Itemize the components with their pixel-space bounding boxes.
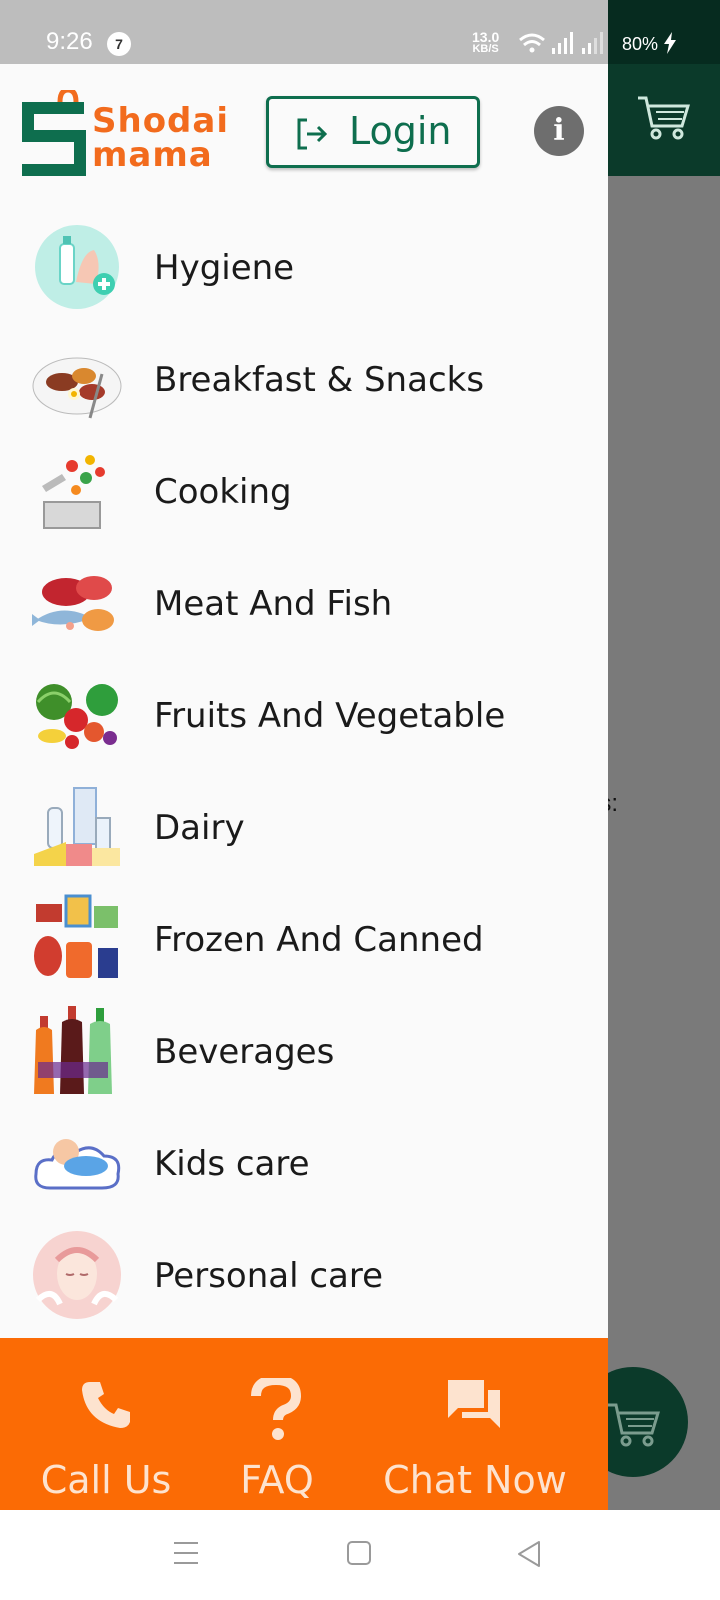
login-label: Login: [349, 109, 452, 153]
cart-fab-icon: [608, 1403, 660, 1447]
category-label: Meat And Fish: [154, 584, 393, 624]
dairy-icon: [32, 782, 122, 872]
category-item-frozen-canned[interactable]: Frozen And Canned: [0, 884, 608, 996]
charging-icon: [664, 32, 677, 54]
login-button[interactable]: Login: [266, 96, 480, 168]
category-label: Frozen And Canned: [154, 920, 484, 960]
category-item-meat-fish[interactable]: Meat And Fish: [0, 548, 608, 660]
info-button[interactable]: i: [534, 106, 584, 156]
drawer-header: Shodai mama Login i: [0, 64, 608, 194]
question-mark-icon: [251, 1378, 302, 1440]
category-label: Personal care: [154, 1256, 384, 1296]
notification-count-badge: 7: [107, 32, 131, 56]
phone-icon: [82, 1382, 130, 1428]
status-time: 9:26: [46, 28, 93, 55]
faq-label: FAQ: [240, 1458, 314, 1502]
fruits-vegetable-icon: [32, 670, 122, 760]
personal-care-icon: [32, 1230, 122, 1320]
chat-now-button[interactable]: Chat Now: [370, 1338, 580, 1510]
category-item-breakfast-snacks[interactable]: Breakfast & Snacks: [0, 324, 608, 436]
info-icon: i: [553, 113, 565, 148]
chat-icon: [448, 1380, 500, 1428]
back-icon[interactable]: [516, 1540, 542, 1568]
category-label: Breakfast & Snacks: [154, 360, 485, 400]
category-label: Beverages: [154, 1032, 335, 1072]
call-us-button[interactable]: Call Us: [20, 1338, 192, 1510]
category-label: Dairy: [154, 808, 245, 848]
logo-mark-icon: [22, 90, 86, 176]
meat-fish-icon: [32, 558, 122, 648]
beverages-icon: [32, 1006, 122, 1096]
category-list: Hygiene Breakfast & Snacks Cooking Meat …: [0, 212, 608, 1332]
wifi-icon: [519, 33, 545, 53]
category-label: Kids care: [154, 1144, 310, 1184]
cart-icon[interactable]: [636, 92, 691, 146]
category-item-hygiene[interactable]: Hygiene: [0, 212, 608, 324]
system-navigation-bar: [0, 1510, 720, 1600]
network-speed: 13.0 KB/S: [472, 29, 500, 55]
category-item-personal-care[interactable]: Personal care: [0, 1220, 608, 1332]
frozen-canned-icon: [32, 894, 122, 984]
category-item-cooking[interactable]: Cooking: [0, 436, 608, 548]
cell-signal-2-icon: [582, 32, 603, 54]
category-label: Hygiene: [154, 248, 295, 288]
category-label: Fruits And Vegetable: [154, 696, 506, 736]
status-bar: 9:26 7 13.0 KB/S 80%: [0, 0, 720, 64]
category-item-fruits-vegetable[interactable]: Fruits And Vegetable: [0, 660, 608, 772]
home-icon[interactable]: [346, 1540, 372, 1566]
shodai-mama-logo: Shodai mama: [20, 90, 240, 180]
faq-button[interactable]: FAQ: [212, 1338, 342, 1510]
category-label: Cooking: [154, 472, 292, 512]
chat-now-label: Chat Now: [383, 1458, 567, 1502]
cell-signal-icon: [552, 32, 573, 54]
login-icon: [297, 118, 328, 150]
drawer-action-bar: Call Us FAQ Chat Now: [0, 1338, 608, 1510]
cooking-icon: [32, 446, 122, 536]
navigation-drawer: Shodai mama Login i Hygiene Breakfast & …: [0, 64, 608, 1510]
call-us-label: Call Us: [40, 1458, 172, 1502]
breakfast-icon: [32, 334, 122, 424]
battery-level: 80%: [622, 32, 677, 55]
kids-care-icon: [32, 1118, 122, 1208]
recent-apps-icon[interactable]: [172, 1540, 200, 1566]
signal-icons: [518, 30, 618, 60]
category-item-beverages[interactable]: Beverages: [0, 996, 608, 1108]
hygiene-icon: [32, 222, 122, 312]
category-item-dairy[interactable]: Dairy: [0, 772, 608, 884]
category-item-kids-care[interactable]: Kids care: [0, 1108, 608, 1220]
